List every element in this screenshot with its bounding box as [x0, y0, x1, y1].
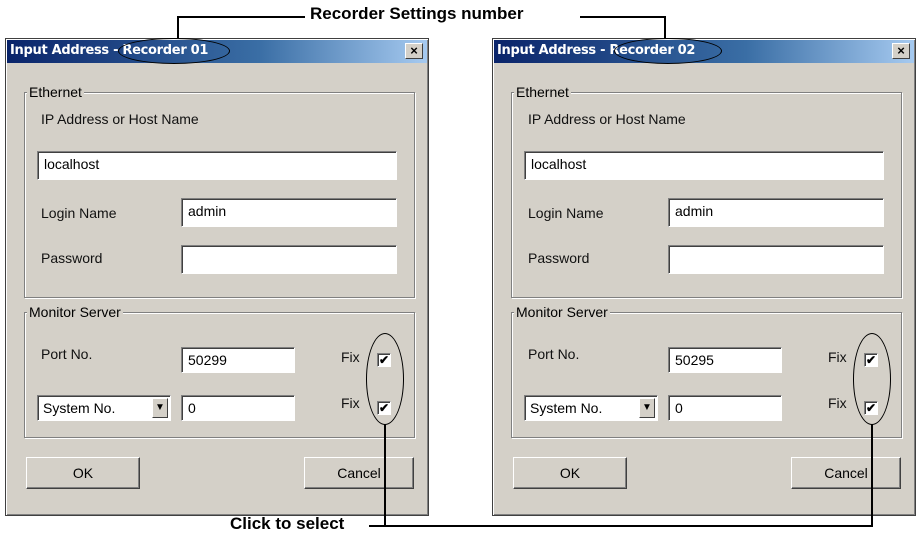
fix-checkbox-highlight-02 [853, 333, 891, 425]
login-name-label: Login Name [41, 205, 117, 221]
close-icon: × [410, 43, 418, 58]
login-name-label: Login Name [528, 205, 604, 221]
system-no-select[interactable]: System No. ▼ [37, 395, 171, 421]
fix-label-port: Fix [341, 349, 360, 365]
port-no-input[interactable]: 50299 [181, 347, 295, 373]
ip-address-input[interactable]: localhost [524, 151, 884, 180]
recorder-number-highlight-01 [118, 38, 230, 64]
login-name-input[interactable]: admin [668, 198, 884, 227]
ethernet-group-label: Ethernet [27, 84, 84, 100]
close-button[interactable]: × [405, 43, 423, 59]
chevron-down-icon[interactable]: ▼ [152, 398, 168, 418]
password-label: Password [41, 250, 103, 266]
ip-address-label: IP Address or Host Name [41, 111, 199, 127]
fix-checkbox-highlight-01 [366, 333, 404, 425]
callout-line-bottom-right-rise [871, 424, 873, 526]
ethernet-group-label: Ethernet [514, 84, 571, 100]
callout-line-top-right [580, 16, 665, 18]
password-input[interactable] [668, 245, 884, 274]
fix-label-port: Fix [828, 349, 847, 365]
password-label: Password [528, 250, 590, 266]
callout-line-top-left [177, 16, 305, 18]
chevron-down-icon[interactable]: ▼ [639, 398, 655, 418]
monitor-server-group-label: Monitor Server [514, 304, 610, 320]
ok-button[interactable]: OK [26, 457, 140, 489]
system-no-input[interactable]: 0 [181, 395, 295, 421]
port-no-label: Port No. [528, 346, 580, 362]
click-to-select-callout: Click to select [230, 514, 345, 533]
port-no-label: Port No. [41, 346, 93, 362]
recorder-number-highlight-02 [614, 38, 722, 64]
cancel-button[interactable]: Cancel [791, 457, 901, 489]
recorder-settings-callout: Recorder Settings number [310, 4, 524, 23]
system-no-select-value: System No. [530, 400, 603, 416]
system-no-input[interactable]: 0 [668, 395, 782, 421]
input-address-dialog-02: Input Address - Recorder 02 × Ethernet I… [492, 38, 916, 516]
ok-button[interactable]: OK [513, 457, 627, 489]
port-no-input[interactable]: 50295 [668, 347, 782, 373]
close-icon: × [897, 43, 905, 58]
callout-line-top-right-drop [664, 16, 666, 40]
input-address-dialog-01: Input Address - Recorder 01 × Ethernet I… [5, 38, 429, 516]
ip-address-label: IP Address or Host Name [528, 111, 686, 127]
password-input[interactable] [181, 245, 397, 274]
fix-label-system: Fix [341, 395, 360, 411]
cancel-button[interactable]: Cancel [304, 457, 414, 489]
close-button[interactable]: × [892, 43, 910, 59]
fix-label-system: Fix [828, 395, 847, 411]
callout-line-bottom [369, 525, 873, 527]
monitor-server-group-label: Monitor Server [27, 304, 123, 320]
system-no-select-value: System No. [43, 400, 116, 416]
login-name-input[interactable]: admin [181, 198, 397, 227]
ip-address-input[interactable]: localhost [37, 151, 397, 180]
system-no-select[interactable]: System No. ▼ [524, 395, 658, 421]
callout-line-top-left-drop [177, 16, 179, 40]
callout-line-bottom-left-rise [384, 424, 386, 526]
